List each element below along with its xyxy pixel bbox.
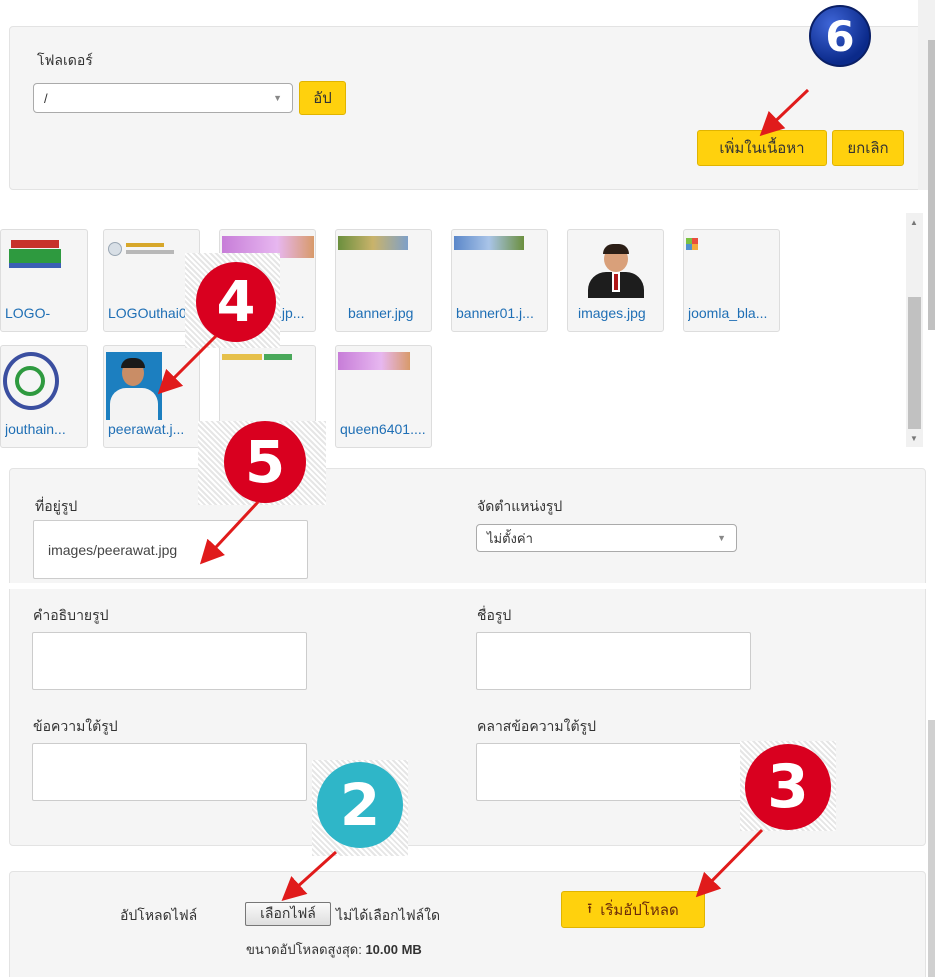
image-title-field[interactable] [476,632,751,690]
thumbnail-item[interactable]: banner.jpg [335,229,432,332]
image-caption-field[interactable] [32,743,307,801]
thumbnail-name: .jp... [278,305,305,321]
choose-file-button[interactable]: เลือกไฟล์ [245,902,331,926]
panel-gap [0,583,935,589]
thumbnail-image [452,234,547,294]
scroll-down-icon[interactable]: ▼ [910,434,918,443]
thumbnail-name: banner01.j... [456,305,534,321]
thumbnail-image [220,350,315,410]
thumbnail-scrollbar-thumb[interactable] [908,297,921,429]
thumbnail-name: peerawat.j... [108,421,185,437]
folder-select-value: / [44,90,48,106]
upload-icon: ⭱ [587,899,593,916]
thumbnail-image [336,350,431,410]
thumbnail-name: LOGOuthai0 [108,305,187,321]
image-align-label: จัดตำแหน่งรูป [477,498,563,514]
image-description-field[interactable] [32,632,307,690]
thumbnail-name: jouthain... [5,421,66,437]
annotation-badge-2: 2 [317,762,403,848]
image-title-label: ชื่อรูป [477,607,512,623]
thumbnail-name: images.jpg [578,305,646,321]
caption-class-label: คลาสข้อความใต้รูป [477,718,596,734]
image-url-label: ที่อยู่รูป [35,498,78,514]
thumbnail-image [1,234,87,294]
thumbnail-image [684,234,779,294]
thumbnail-image [104,350,199,420]
chevron-down-icon: ▼ [273,93,282,103]
thumbnail-item[interactable]: peerawat.j... [103,345,200,448]
image-align-value: ไม่ตั้งค่า [487,530,533,546]
caption-class-field[interactable] [476,743,751,801]
thumbnail-item[interactable]: banner01.j... [451,229,548,332]
upload-file-label: อัปโหลดไฟล์ [120,907,198,923]
start-upload-button[interactable]: ⭱ เริ่มอัปโหลด [561,891,705,928]
annotation-badge-4: 4 [196,262,276,342]
image-align-select[interactable]: ไม่ตั้งค่า ▼ [476,524,737,552]
thumbnail-name: banner.jpg [348,305,414,321]
annotation-badge-6: 6 [809,5,871,67]
insert-into-content-button[interactable]: เพิ่มในเนื้อหา [697,130,827,166]
max-upload-size-value: 10.00 MB [365,942,422,957]
start-upload-label: เริ่มอัปโหลด [600,901,679,919]
folder-up-button[interactable]: อัป [299,81,346,115]
max-upload-size: ขนาดอัปโหลดสูงสุด: 10.00 MB [246,939,422,960]
image-url-value: images/peerawat.jpg [48,542,178,558]
page-scrollbar-lower[interactable] [928,720,935,977]
thumbnail-name: queen6401.... [340,421,426,437]
thumbnail-image [568,234,663,298]
thumbnail-image [336,234,431,294]
cancel-button[interactable]: ยกเลิก [832,130,904,166]
annotation-badge-3: 3 [745,744,831,830]
scroll-up-icon[interactable]: ▲ [910,218,918,227]
image-caption-label: ข้อความใต้รูป [33,718,118,734]
thumbnail-name: LOGO- [5,305,51,321]
max-upload-size-label: ขนาดอัปโหลดสูงสุด: [246,942,362,957]
folder-select[interactable]: / ▼ [33,83,293,113]
thumbnail-item[interactable]: queen6401.... [335,345,432,448]
thumbnail-item[interactable]: joomla_bla... [683,229,780,332]
thumbnail-item[interactable]: images.jpg [567,229,664,332]
chevron-down-icon: ▼ [717,533,726,543]
thumbnail-item[interactable]: jouthain... [0,345,88,448]
folder-label: โฟลเดอร์ [37,52,93,68]
thumbnail-name: joomla_bla... [688,305,768,321]
image-url-field[interactable]: images/peerawat.jpg [33,520,308,579]
thumbnail-item[interactable]: LOGO- [0,229,88,332]
no-file-chosen-text: ไม่ได้เลือกไฟล์ใด [336,907,441,923]
image-description-label: คำอธิบายรูป [33,607,109,623]
annotation-badge-5: 5 [224,421,306,503]
page-scrollbar-thumb[interactable] [928,40,935,330]
thumbnail-image [1,350,87,410]
